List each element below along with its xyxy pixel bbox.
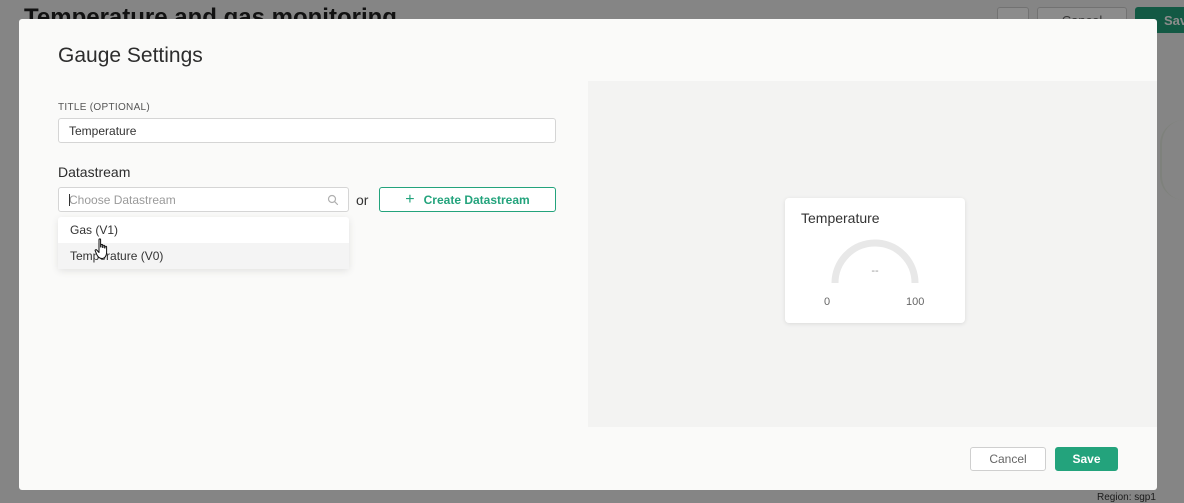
save-button[interactable]: Save (1055, 447, 1118, 471)
gauge-arc (831, 239, 919, 284)
gauge-title: Temperature (801, 210, 880, 226)
title-field-label: TITLE (OPTIONAL) (58, 102, 151, 113)
text-caret (69, 194, 70, 206)
gauge-max-label: 100 (906, 296, 925, 308)
gauge-settings-modal: Gauge Settings TITLE (OPTIONAL) Datastre… (19, 19, 1157, 490)
datastream-search-input[interactable] (69, 190, 319, 209)
create-datastream-label: Create Datastream (423, 192, 530, 207)
gauge-min-label: 0 (824, 296, 831, 308)
gauge-value: -- (871, 265, 879, 277)
modal-title: Gauge Settings (58, 44, 203, 67)
preview-panel: Temperature -- 0 100 (588, 81, 1157, 427)
search-icon (327, 194, 339, 206)
plus-icon: + (405, 190, 415, 208)
or-separator: or (356, 192, 369, 208)
hand-pointer-icon (94, 238, 108, 259)
datastream-label: Datastream (58, 164, 131, 180)
cancel-button[interactable]: Cancel (970, 447, 1046, 471)
gauge-preview-card: Temperature -- 0 100 (785, 198, 965, 323)
datastream-search[interactable] (58, 187, 349, 212)
title-input[interactable] (58, 118, 556, 143)
create-datastream-button[interactable]: + Create Datastream (379, 187, 556, 212)
